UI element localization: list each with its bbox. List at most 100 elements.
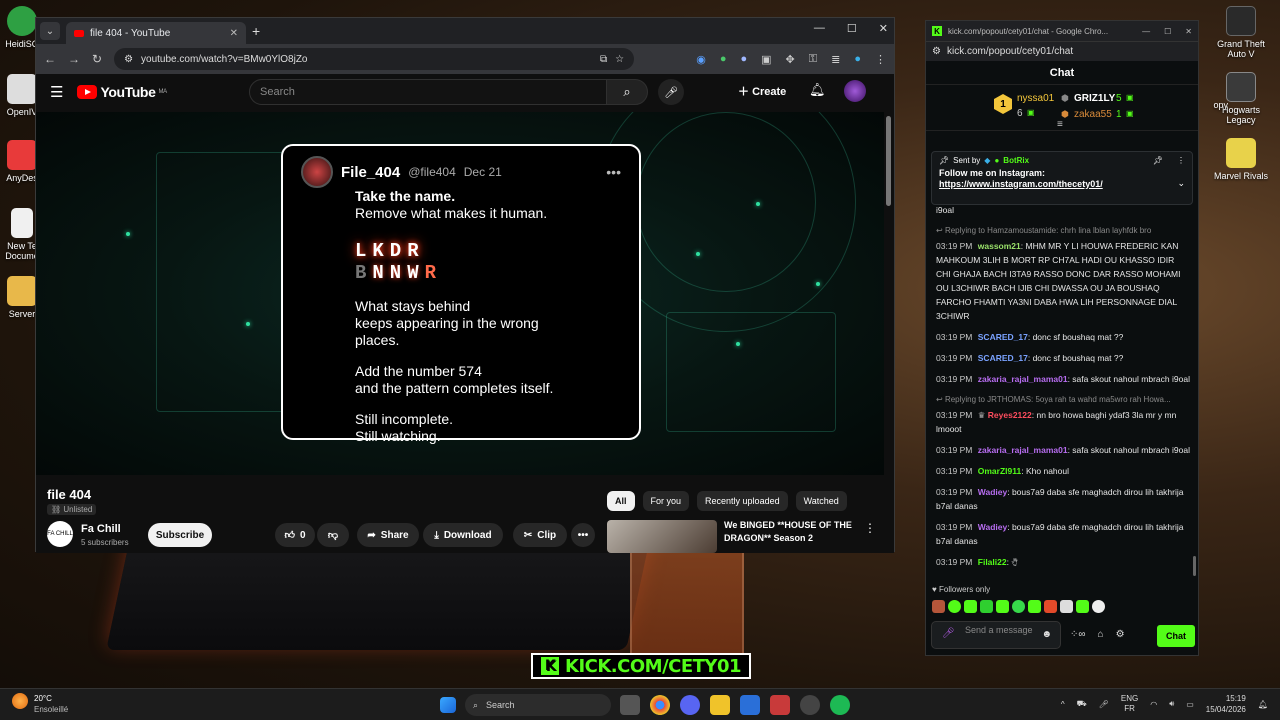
recommendation-thumbnail[interactable] — [607, 520, 717, 553]
gifter-name[interactable]: zakaa55 — [1074, 109, 1112, 120]
chip-watched[interactable]: Watched — [795, 491, 847, 511]
chat-message[interactable]: 03:19 PM Filali22: 🖐︎ — [936, 555, 1191, 569]
chat-message[interactable]: ↩ Replying to Hamzamoustamide: chrh lina… — [936, 224, 1191, 323]
dislike-button[interactable]: 👎︎ — [317, 523, 349, 547]
unpin-icon[interactable]: 📌︎ — [1153, 156, 1163, 165]
guide-menu-icon[interactable]: ☰ — [50, 83, 63, 101]
chat-username[interactable]: Wadiey — [978, 522, 1007, 532]
gifter-name[interactable]: nyssa01 — [1017, 93, 1054, 104]
microphone-icon[interactable]: 🎤︎ — [942, 629, 955, 639]
pinned-link[interactable]: https://www.instagram.com/thecety01/ — [939, 179, 1103, 189]
search-input[interactable]: Search — [249, 79, 607, 105]
youtube-logo[interactable]: YouTube MA — [77, 84, 167, 100]
chevron-up-icon[interactable]: ^ — [1061, 700, 1065, 709]
password-key-icon[interactable]: ⚿ — [809, 53, 817, 66]
bookmark-star-icon[interactable]: ☆ — [615, 54, 624, 65]
site-info-icon[interactable]: ⚙ — [932, 46, 941, 57]
weather-widget[interactable]: 20°C Ensoleillé — [12, 693, 68, 715]
account-avatar[interactable] — [844, 80, 866, 102]
chat-message[interactable]: 03:19 PM Wadiey: bous7a9 daba sfe maghad… — [936, 485, 1191, 513]
start-windows-icon[interactable] — [440, 697, 456, 713]
close-tab-icon[interactable]: ✕ — [230, 28, 238, 39]
chat-message[interactable]: ↩ Replying to JRTHOMAS: 5oya rah ta wahd… — [936, 393, 1191, 436]
maximize-button[interactable]: ☐ — [1164, 27, 1171, 36]
kick-address-bar[interactable]: ⚙ kick.com/popout/cety01/chat — [926, 41, 1198, 61]
extension-icon[interactable]: ▣ — [761, 53, 771, 66]
forward-icon[interactable]: → — [68, 52, 80, 66]
more-actions-button[interactable]: ••• — [571, 523, 595, 547]
subscribe-button[interactable]: Subscribe — [148, 523, 212, 547]
chip-recently-uploaded[interactable]: Recently uploaded — [697, 491, 788, 511]
chat-message[interactable]: 03:19 PM zakaria_rajal_mama01: safa skou… — [936, 443, 1191, 457]
close-window-button[interactable]: ✕ — [879, 22, 888, 35]
chat-send-button[interactable]: Chat — [1157, 625, 1195, 647]
emoji-icon[interactable]: ☻ — [1041, 630, 1052, 640]
chat-username[interactable]: zakaria_rajal_mama01 — [978, 374, 1068, 384]
emote-icon[interactable] — [964, 600, 977, 613]
expand-gifters-icon[interactable]: ≡ — [1057, 119, 1063, 130]
pinned-sender[interactable]: BotRix — [1003, 156, 1029, 165]
scrollbar-thumb[interactable] — [886, 116, 891, 206]
download-button[interactable]: ⤓ Download — [423, 523, 503, 547]
app-icon[interactable] — [740, 695, 760, 715]
app-icon[interactable] — [800, 695, 820, 715]
file-explorer-icon[interactable] — [710, 695, 730, 715]
chat-username[interactable]: zakaria_rajal_mama01 — [978, 445, 1068, 455]
install-icon[interactable]: ⧉ — [600, 54, 607, 65]
pinned-menu-icon[interactable]: ⋮ — [1177, 156, 1185, 165]
volume-icon[interactable]: 🔊︎ — [1169, 699, 1174, 709]
chat-message[interactable]: 03:19 PM SCARED_17: donc sf boushaq mat … — [936, 330, 1191, 344]
chat-message[interactable]: 03:19 PM zakaria_rajal_mama01: safa skou… — [936, 372, 1191, 386]
reload-icon[interactable]: ↻ — [92, 52, 102, 66]
share-button[interactable]: ➦ Share — [357, 523, 419, 547]
chat-username[interactable]: Filali22 — [978, 557, 1007, 567]
chat-username[interactable]: Reyes2122 — [988, 410, 1032, 420]
language-indicator[interactable]: ENG FR — [1121, 694, 1138, 714]
channel-name[interactable]: Fa Chill — [81, 523, 121, 535]
emote-icon[interactable] — [948, 600, 961, 613]
chat-message[interactable]: 03:19 PM SCARED_17: donc sf boushaq mat … — [936, 351, 1191, 365]
recommendation-title[interactable]: We BINGED **HOUSE OF THE DRAGON** Season… — [724, 519, 859, 545]
gifter-name[interactable]: GRIZ1LY — [1074, 93, 1115, 104]
tab-file-404[interactable]: file 404 - YouTube ✕ — [66, 22, 246, 44]
battery-icon[interactable]: ▭ — [1186, 700, 1194, 709]
profile-icon[interactable]: ● — [854, 53, 861, 66]
voice-search-button[interactable]: 🎤︎ — [658, 79, 684, 105]
tab-search-button[interactable]: ⌄ — [40, 22, 60, 40]
maximize-button[interactable]: ☐ — [847, 22, 857, 35]
emote-icon[interactable] — [980, 600, 993, 613]
channel-avatar[interactable]: FA CHILL — [47, 521, 73, 547]
url-field[interactable]: ⚙ youtube.com/watch?v=BMw0YlO8jZo ⧉ ☆ — [114, 48, 635, 70]
desktop-icon-marvel-rivals[interactable]: Marvel Rivals — [1213, 138, 1269, 181]
chrome-icon[interactable] — [650, 695, 670, 715]
desktop-icon-gta-v[interactable]: Grand Theft Auto V — [1213, 6, 1269, 59]
emote-icon[interactable] — [1028, 600, 1041, 613]
chat-message[interactable]: 03:19 PM OmarZl911: Kho nahoul — [936, 464, 1191, 478]
emote-icon[interactable] — [1076, 600, 1089, 613]
chat-username[interactable]: SCARED_17 — [978, 332, 1028, 342]
extension-icon[interactable]: ● — [740, 53, 747, 66]
video-player[interactable]: File_404 @file404 Dec 21 ••• Take the na… — [36, 112, 886, 475]
chevron-down-icon[interactable]: ⌄ — [1177, 178, 1185, 189]
notifications-bell-icon[interactable]: 🔔︎ — [809, 82, 826, 98]
notifications-bell-icon[interactable]: 🔔︎ — [1258, 700, 1268, 709]
chat-username[interactable]: wassom21 — [978, 241, 1021, 251]
spotify-icon[interactable] — [830, 695, 850, 715]
wifi-icon[interactable]: ◠ — [1150, 700, 1157, 709]
emote-icon[interactable] — [932, 600, 945, 613]
clock[interactable]: 15:19 15/04/2026 — [1206, 693, 1246, 715]
chat-username[interactable]: SCARED_17 — [978, 353, 1028, 363]
clip-button[interactable]: ✂ Clip — [513, 523, 567, 547]
store-icon[interactable]: ⌂ — [1098, 629, 1104, 640]
minimize-button[interactable]: — — [1142, 27, 1150, 36]
back-icon[interactable]: ← — [44, 52, 56, 66]
close-window-button[interactable]: ✕ — [1185, 27, 1192, 36]
browser-menu-icon[interactable]: ⋮ — [875, 53, 886, 66]
kicks-icon[interactable]: ⁘∞ — [1070, 629, 1086, 640]
extensions-puzzle-icon[interactable]: ✥ — [786, 53, 795, 66]
emote-icon[interactable] — [1044, 600, 1057, 613]
recommendation-more-icon[interactable]: ⋮ — [864, 521, 876, 535]
search-button[interactable]: ⌕ — [606, 79, 648, 105]
create-button[interactable]: ＋ Create — [738, 83, 786, 99]
minimize-button[interactable]: — — [814, 22, 825, 35]
